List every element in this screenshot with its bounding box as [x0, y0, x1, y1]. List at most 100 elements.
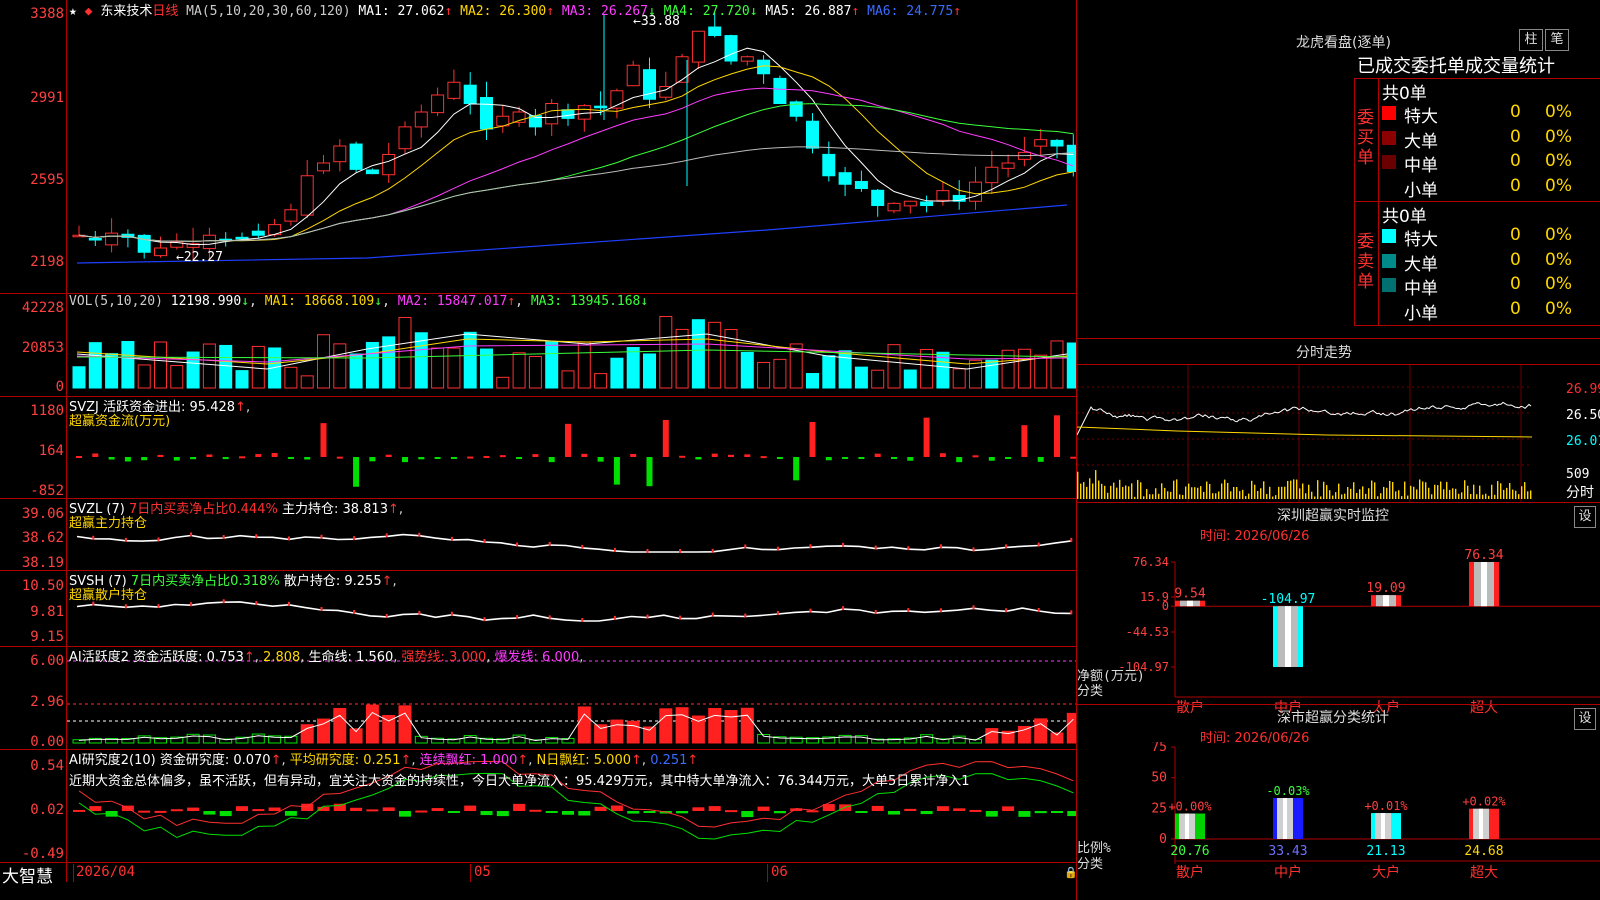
intraday-chart[interactable]	[1077, 365, 1600, 502]
szfl-chart[interactable]: 75 50 25 0 比例%分类 +0.00% 20.76 散户 -0.03% 33.43 中户 +0…	[1077, 742, 1600, 900]
intraday-vol-bar	[1161, 483, 1163, 499]
intraday-vol-bar	[1203, 491, 1205, 499]
price-tick: 2595	[30, 172, 64, 188]
intraday-vol-bar	[1305, 493, 1307, 499]
volume-chart[interactable]	[67, 294, 1076, 396]
ma6: MA6: 24.775	[867, 4, 954, 19]
intraday-vol-bar	[1146, 489, 1148, 499]
intraday-vol-bar	[1389, 480, 1391, 499]
tick-mark	[92, 535, 95, 540]
intraday-vol-bar	[1200, 486, 1202, 499]
intraday-vol-bar	[1287, 480, 1289, 499]
intraday-vol-bar	[1077, 471, 1079, 499]
bar-mode-button[interactable]: 柱	[1519, 29, 1543, 51]
tick-mark	[1005, 544, 1008, 549]
buy-row: 中单 0 0%	[1380, 151, 1600, 176]
flow-bar	[385, 454, 392, 457]
intraday-vol-bar	[1260, 488, 1262, 499]
candle-body	[691, 30, 705, 63]
activity-bar	[1017, 725, 1031, 744]
buy-pct: 0%	[1545, 102, 1572, 122]
szfl-ylabel: 比例%	[1077, 841, 1111, 856]
research-bar	[236, 806, 248, 811]
flow-bar	[744, 454, 751, 457]
research-bar	[741, 811, 754, 818]
svsh-subtitle: 超赢散户持仓	[69, 588, 148, 603]
stock-name: 东来技术	[100, 4, 153, 19]
ai2-tick: -0.49	[21, 846, 64, 862]
intraday-vol-bar	[1380, 493, 1382, 499]
research-bar	[1002, 806, 1015, 811]
szjk-chart[interactable]: 76.3415.90-44.53-104.97净额(万元)分类9.54散户-10…	[1077, 540, 1600, 725]
candle-body	[887, 202, 901, 212]
intraday-vol-label: 分时	[1566, 485, 1594, 501]
intraday-vol-bar	[1227, 482, 1229, 499]
diamond-icon[interactable]: ◆	[85, 4, 93, 19]
intraday-vol-bar	[1113, 482, 1115, 499]
tick-mark	[222, 599, 225, 604]
sell-row: 小单 0 0%	[1380, 299, 1600, 324]
szfl-tick: 75	[1151, 742, 1167, 755]
research-bar	[643, 811, 656, 813]
ma2-arrow: ↑	[546, 4, 555, 19]
intraday-vol-bar	[1422, 481, 1424, 499]
swatch-icon	[1382, 278, 1396, 292]
research-bar	[382, 807, 395, 811]
intraday-vol-bar	[1350, 488, 1352, 499]
szfl-settings-button[interactable]: 设	[1574, 708, 1596, 730]
intraday-vol-bar	[1239, 491, 1241, 499]
lock-icon[interactable]: 🔒	[1064, 866, 1078, 879]
tick-mark	[842, 542, 845, 547]
buy-row: 特大 0 0%	[1380, 102, 1600, 127]
flow-bar	[760, 456, 767, 459]
research-bar	[545, 811, 558, 813]
research-bar	[529, 809, 542, 812]
intraday-vol-bar	[1512, 489, 1514, 499]
ma5: MA5: 26.887	[765, 4, 852, 19]
intraday-vol-bar	[1407, 495, 1409, 499]
candle-body	[398, 126, 412, 150]
intraday-vol-bar	[1149, 494, 1151, 499]
intraday-vol-bar	[1419, 479, 1421, 499]
flow-bar	[206, 454, 213, 457]
date-tick: 2026/04	[76, 864, 136, 880]
volume-bar	[349, 353, 363, 389]
lhb-subtitle: 已成交委托单成交量统计	[1357, 56, 1555, 77]
period-label[interactable]: 日线	[152, 4, 178, 19]
swatch-icon	[1382, 229, 1396, 243]
flow-bar	[108, 457, 115, 460]
vol-tick: 0	[55, 379, 64, 395]
star-icon[interactable]: ★	[69, 4, 77, 19]
intraday-vol-bar	[1122, 486, 1124, 499]
intraday-vol-bar	[1230, 491, 1232, 499]
flow-bar	[467, 456, 474, 459]
high-value: 33.88	[640, 14, 680, 29]
ai1-activity: 资金活跃度: 0.753	[133, 650, 244, 665]
intraday-vol-bar	[1323, 481, 1325, 499]
volume-bar	[854, 366, 868, 389]
buy-count: 0	[1510, 126, 1521, 147]
volume-bar	[577, 341, 591, 389]
buy-count: 0	[1510, 175, 1521, 196]
intraday-vol-bar	[1263, 481, 1265, 499]
ai1-name: AI活跃度2	[69, 650, 129, 665]
tick-mark	[157, 604, 160, 609]
ma1-arrow: ↑	[444, 4, 453, 19]
volume-bar	[594, 373, 608, 389]
tick-mode-button[interactable]: 笔	[1545, 29, 1569, 51]
flow-bar	[956, 457, 963, 463]
tick-mark	[190, 532, 193, 537]
intraday-vol-bar	[1383, 486, 1385, 499]
tick-mark	[418, 610, 421, 615]
tick-mark	[646, 549, 649, 553]
candle-body	[349, 143, 363, 170]
intraday-vol-bar	[1497, 481, 1499, 499]
lhb-divider	[1378, 78, 1379, 326]
intraday-vol-bar	[1491, 484, 1493, 499]
szjk-settings-button[interactable]: 设	[1574, 506, 1596, 528]
tick-mark	[907, 608, 910, 613]
intraday-vol-bar	[1281, 486, 1283, 499]
volume-bar	[72, 366, 86, 389]
main-header: ★ ◆ 东来技术日线 MA(5,10,20,30,60,120) MA1: 27…	[69, 0, 961, 19]
intraday-vol-bar	[1212, 493, 1214, 499]
